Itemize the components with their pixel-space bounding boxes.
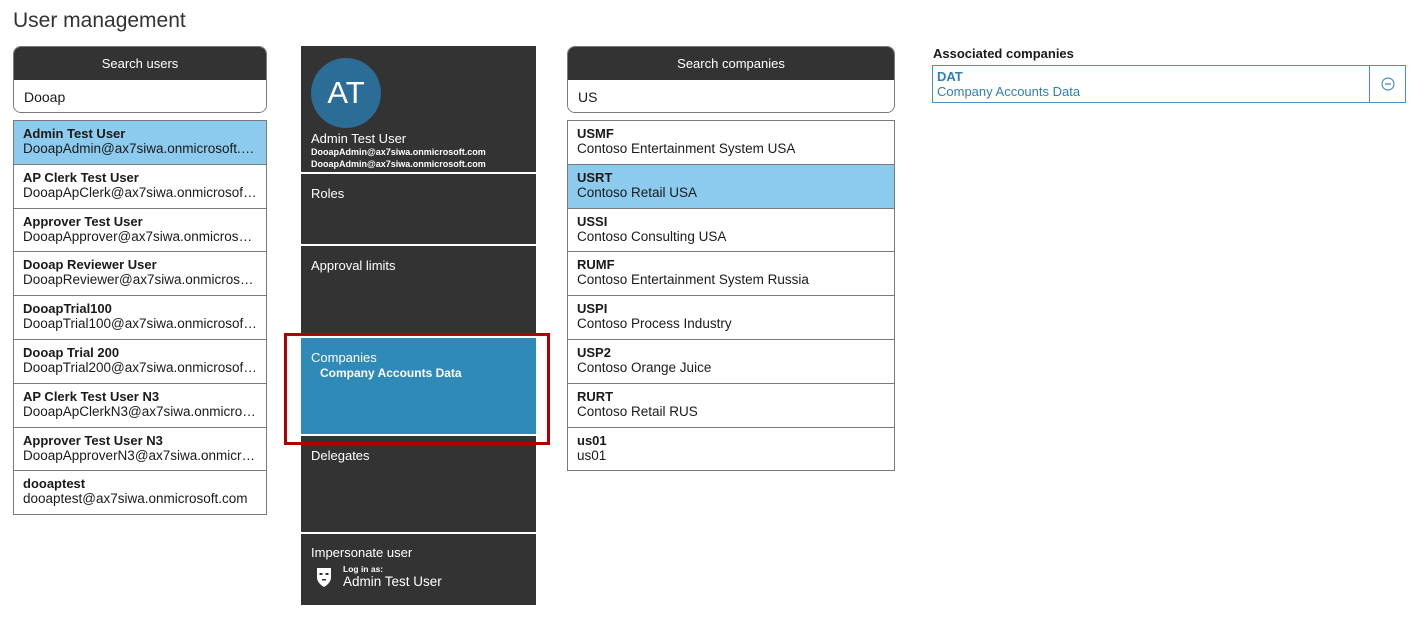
company-code: USMF [577,126,614,141]
user-search-box: Search users [13,46,267,113]
user-name: Dooap Reviewer User [23,257,157,273]
company-name: Contoso Entertainment System Russia [577,272,809,288]
user-search-header: Search users [14,47,266,80]
company-name: Contoso Orange Juice [577,359,712,375]
user-name: Approver Test User [23,213,143,229]
company-code: RURT [577,388,614,404]
user-email: DooapApClerk@ax7siwa.onmicrosoft.... [23,184,257,200]
user-name: Approver Test User N3 [23,432,163,448]
company-list: USMF Contoso Entertainment System USA US… [567,120,895,472]
company-list-item[interactable]: USPI Contoso Process Industry [568,296,894,340]
login-as-label: Log in as: [343,564,384,574]
delegates-label: Delegates [311,448,370,463]
company-code: USPI [577,301,608,317]
company-list-item[interactable]: RUMF Contoso Entertainment System Russia [568,252,894,297]
user-email: DooapAdmin@ax7siwa.onmicrosoft.c... [23,141,257,156]
page-title: User management [13,9,186,32]
company-code: USSI [577,213,608,229]
company-name: us01 [577,447,607,463]
associated-company-code: DAT [937,69,963,84]
user-list-item[interactable]: AP Clerk Test User DooapApClerk@ax7siwa.… [14,164,266,209]
user-name: Admin Test User [23,126,126,141]
company-name: Contoso Consulting USA [577,228,727,244]
user-list-item[interactable]: Approver Test User N3 DooapApproverN3@ax… [14,427,266,472]
user-name: dooaptest [23,476,86,492]
company-name: Contoso Process Industry [577,316,732,332]
roles-section[interactable]: Roles [301,174,536,244]
user-email: DooapReviewer@ax7siwa.onmicroso... [23,272,257,288]
impersonate-section[interactable]: Impersonate user Log in as: Admin Test U… [301,534,536,605]
company-code: us01 [577,432,607,448]
impersonate-label: Impersonate user [311,545,413,560]
associated-company-text: DAT Company Accounts Data [933,66,1369,102]
approval-limits-section[interactable]: Approval limits [301,246,536,336]
user-email: dooaptest@ax7siwa.onmicrosoft.com [23,491,248,507]
selected-user-email-secondary: DooapAdmin@ax7siwa.onmicrosoft.com [311,159,486,169]
company-list-item[interactable]: USRT Contoso Retail USA [568,164,894,209]
impersonate-login-as[interactable]: Log in as: Admin Test User [311,564,526,589]
company-list-item[interactable]: us01 us01 [568,427,894,472]
company-search-input[interactable] [568,80,894,112]
user-email: DooapTrial200@ax7siwa.onmicrosoft.... [23,359,257,375]
user-list-item[interactable]: Admin Test User DooapAdmin@ax7siwa.onmic… [14,121,266,165]
company-code: USRT [577,169,613,185]
user-list-item[interactable]: dooaptest dooaptest@ax7siwa.onmicrosoft.… [14,471,266,516]
associated-companies-title: Associated companies [933,46,1074,61]
user-email: DooapApproverN3@ax7siwa.onmicro... [23,447,257,463]
user-name: AP Clerk Test User N3 [23,388,160,404]
highlight-frame [284,333,550,445]
avatar: AT [311,58,381,128]
minus-circle-icon [1380,77,1395,91]
user-list-item[interactable]: AP Clerk Test User N3 DooapApClerkN3@ax7… [14,383,266,428]
company-name: Contoso Retail RUS [577,403,698,419]
mask-icon [317,567,331,587]
company-code: USP2 [577,344,611,360]
company-list-item[interactable]: RURT Contoso Retail RUS [568,383,894,428]
user-search-input[interactable] [14,80,266,112]
selected-user-name: Admin Test User [311,131,407,146]
user-list: Admin Test User DooapAdmin@ax7siwa.onmic… [13,120,267,516]
user-list-item[interactable]: Dooap Reviewer User DooapReviewer@ax7siw… [14,252,266,297]
company-search-header: Search companies [568,47,894,80]
company-list-item[interactable]: USSI Contoso Consulting USA [568,208,894,253]
user-email: DooapTrial100@ax7siwa.onmicrosoft.... [23,316,257,332]
user-detail-panel: AT Admin Test User DooapAdmin@ax7siwa.on… [301,46,536,605]
delegates-section[interactable]: Delegates [301,436,536,532]
user-list-item[interactable]: Approver Test User DooapApprover@ax7siwa… [14,208,266,253]
login-as-name: Admin Test User [343,574,442,589]
user-email: DooapApClerkN3@ax7siwa.onmicros... [23,403,257,419]
user-email: DooapApprover@ax7siwa.onmicrosof... [23,228,257,244]
roles-label: Roles [311,186,345,201]
company-list-item[interactable]: USP2 Contoso Orange Juice [568,339,894,384]
associated-company-row[interactable]: DAT Company Accounts Data [932,65,1406,103]
company-code: RUMF [577,257,615,273]
user-name: Dooap Trial 200 [23,344,120,360]
approval-limits-label: Approval limits [311,258,396,273]
company-name: Contoso Retail USA [577,184,698,200]
user-name: AP Clerk Test User [23,169,139,185]
company-list-item[interactable]: USMF Contoso Entertainment System USA [568,121,894,165]
user-name: DooapTrial100 [23,301,112,317]
associated-company-name: Company Accounts Data [937,84,1081,99]
user-list-item[interactable]: Dooap Trial 200 DooapTrial200@ax7siwa.on… [14,339,266,384]
company-name: Contoso Entertainment System USA [577,141,796,156]
user-list-item[interactable]: DooapTrial100 DooapTrial100@ax7siwa.onmi… [14,296,266,340]
company-search-box: Search companies [567,46,895,113]
selected-user-email: DooapAdmin@ax7siwa.onmicrosoft.com [311,147,486,157]
remove-company-button[interactable] [1369,66,1405,102]
